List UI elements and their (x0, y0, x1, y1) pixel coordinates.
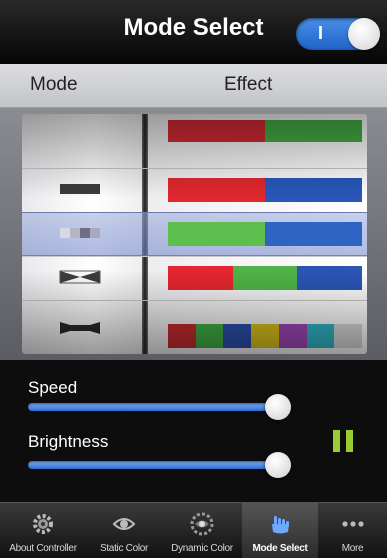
effect-color-bar (168, 120, 362, 142)
effect-color-segment (251, 324, 279, 348)
picker-row[interactable] (22, 300, 367, 348)
effect-color-segment (195, 324, 224, 348)
picker-row[interactable] (22, 168, 367, 212)
effect-color-segment (265, 222, 314, 246)
more-dots-icon (341, 521, 364, 527)
brightness-slider-track[interactable] (28, 461, 278, 469)
effect-color-segment (168, 324, 196, 348)
pause-bar (333, 430, 340, 452)
tab-static-color[interactable]: Static Color (86, 503, 162, 558)
speed-slider-knob[interactable] (265, 394, 291, 420)
effect-color-segment (297, 266, 363, 290)
effect-color-bar (168, 324, 363, 348)
effect-color-segment (265, 178, 314, 202)
mode-picker[interactable] (22, 114, 367, 354)
tab-more[interactable]: More (318, 503, 387, 558)
brightness-slider-knob[interactable] (265, 452, 291, 478)
bar-icon (60, 184, 100, 194)
effect-color-segment (278, 324, 307, 348)
effect-color-segment (313, 120, 362, 142)
eye-gear-icon (190, 512, 214, 536)
effect-color-segment (216, 222, 265, 246)
effect-color-bar (168, 178, 362, 202)
effect-color-segment (168, 222, 217, 246)
gear-icon (33, 514, 53, 534)
effect-color-segment (168, 178, 217, 202)
tab-dynamic-color[interactable]: Dynamic Color (162, 503, 242, 558)
bowtie-icon (60, 322, 100, 334)
power-toggle[interactable]: I (296, 18, 380, 50)
effect-color-segment (306, 324, 335, 348)
effect-color-segment (265, 120, 314, 142)
fade-bar-icon (60, 228, 100, 238)
toggle-label: I (318, 23, 324, 43)
tab-bar: About Controller Static Color Dynamic Co… (0, 502, 387, 558)
tab-label: Static Color (99, 543, 149, 554)
bowtie-icon (59, 270, 101, 284)
picker-row[interactable] (22, 256, 367, 300)
pause-icon[interactable] (333, 430, 353, 452)
speed-label: Speed (28, 378, 78, 397)
effect-color-segment (334, 324, 363, 348)
column-effect-label: Effect (224, 74, 273, 95)
nav-bar: Mode Select I (0, 0, 387, 64)
effect-color-segment (223, 324, 252, 348)
column-header: Mode Effect (0, 64, 387, 108)
tab-mode-select[interactable]: Mode Select (242, 503, 318, 558)
brightness-label: Brightness (28, 432, 109, 451)
picker-row-selected[interactable] (22, 212, 367, 256)
effect-color-segment (313, 222, 362, 246)
eye-icon (112, 518, 136, 530)
tab-label: About Controller (9, 543, 77, 554)
effect-color-segment (168, 120, 217, 142)
effect-color-segment (168, 266, 233, 290)
effect-color-segment (313, 178, 362, 202)
tab-label: Mode Select (252, 543, 308, 554)
speed-slider-track[interactable] (28, 403, 278, 411)
tab-label: More (341, 543, 364, 554)
effect-color-segment (216, 178, 265, 202)
tab-label: Dynamic Color (171, 543, 233, 554)
effect-color-bar (168, 222, 362, 246)
pause-bar (346, 430, 353, 452)
column-mode-label: Mode (30, 74, 78, 95)
effect-color-segment (232, 266, 298, 290)
effect-color-bar (168, 266, 363, 290)
effect-color-segment (216, 120, 265, 142)
picker-row[interactable] (22, 114, 367, 158)
tab-about-controller[interactable]: About Controller (0, 503, 86, 558)
toggle-knob[interactable] (348, 18, 380, 50)
hand-icon (272, 516, 289, 534)
